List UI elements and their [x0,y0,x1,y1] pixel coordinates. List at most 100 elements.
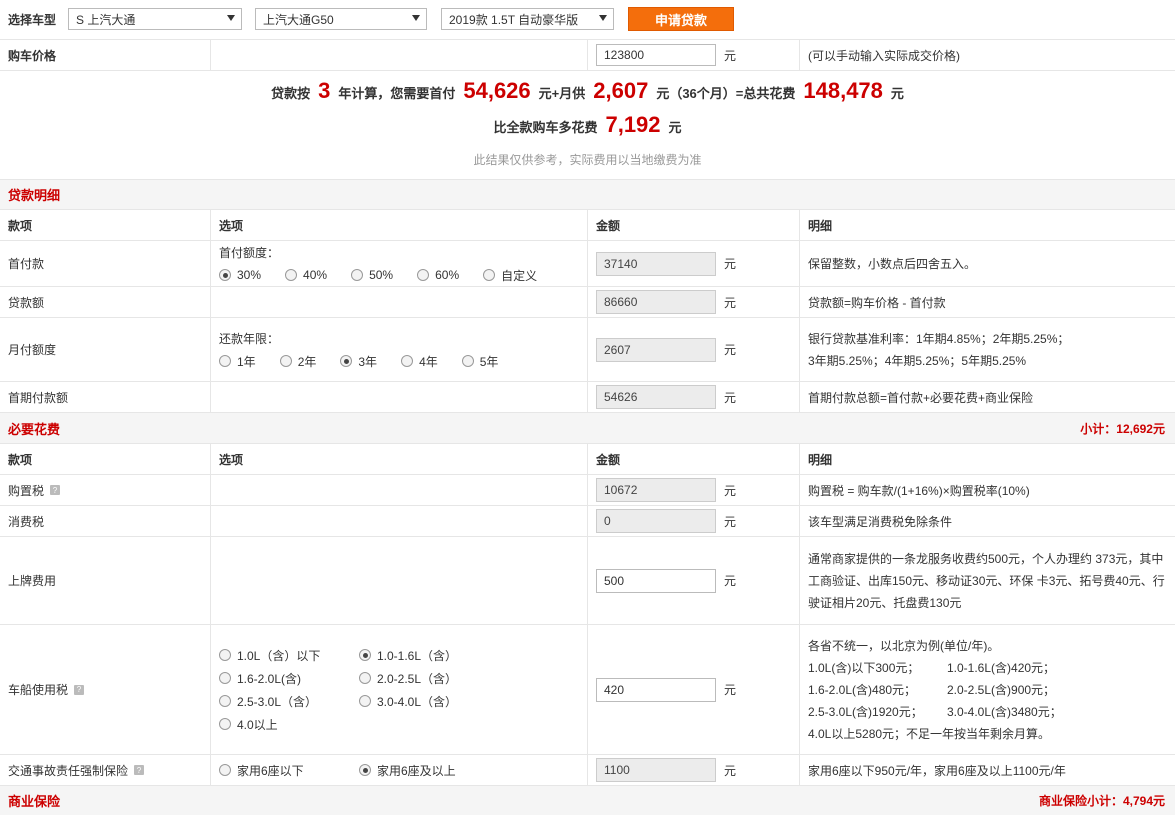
insurance-cell: 1100 元 [587,755,799,785]
plate-detail-line: 通常商家提供的一条龙服务收费约500元，个人办理约 373元，其中 [808,551,1164,566]
radio-circle-icon [351,269,364,281]
radio-circle-icon [359,649,371,661]
radio-label: 50% [369,268,394,282]
down-payment-option-radio[interactable]: 50% [351,267,393,284]
consumption-tax-cell: 0 元 [587,506,799,536]
commercial-section-header: 商业保险 商业保险小计：4,794元 [0,786,1175,815]
plate-fee-input[interactable]: 500 [596,568,716,593]
insurance-detail: 家用6座以下950元/年，家用6座及以上1100元/年 [799,755,1175,785]
radio-label: 自定义 [501,268,538,283]
radio-circle-icon [461,355,474,367]
consumption-tax-options [210,506,587,536]
unit-label: 元 [724,483,737,498]
radio-label: 5年 [479,354,499,369]
unit-label: 元 [724,574,737,588]
table-row: 消费税 0 元 该车型满足消费税免除条件 [0,506,1175,537]
radio-label: 家用6座以下 [237,763,304,778]
necessary-section-title: 必要花费 [8,421,61,437]
down-payment-option-radio[interactable]: 自定义 [483,267,537,284]
model-select[interactable]: 上汽大通G50 [255,8,427,30]
table-row: 交通事故责任强制保险 ? 家用6座以下 家用6座及以上 1100 元 家用6座以下… [0,755,1175,786]
dropdown-arrow-icon [599,15,607,21]
table-row: 车船使用税 ? 1.0L（含）以下 1.0-1.6L（含） 1.6-2.0L(含) 2… [0,625,1175,755]
down-payment-option-radio[interactable]: 60% [417,267,459,284]
purchase-tax-label: 购置税 [8,483,45,498]
consumption-tax-input[interactable]: 0 [596,509,716,533]
apply-loan-button[interactable]: 申请贷款 [628,7,734,31]
engine-size-option-radio[interactable]: 1.0-1.6L（含） [359,647,475,664]
loan-amount-input[interactable]: 86660 [596,290,716,314]
price-unit: 元 [724,48,737,63]
insurance-input[interactable]: 1100 [596,758,716,782]
engine-size-option-radio[interactable]: 3.0-4.0L（含） [359,693,475,710]
vehicle-detail-item: 1.0-1.6L(含)420元； [947,660,1056,675]
engine-size-option-radio[interactable]: 1.6-2.0L(含) [219,670,335,687]
engine-size-option-radio[interactable]: 4.0以上 [219,716,335,733]
price-hint: (可以手动输入实际成交价格) [799,40,1175,70]
summary-monthly: 2,607 [593,78,649,103]
radio-label: 4年 [419,354,438,369]
radio-label: 30% [237,268,262,282]
summary-extra-label: 比全款购车多花费 [493,120,598,135]
radio-label: 1.0-1.6L（含） [377,648,458,663]
table-row: 首付款 首付额度： 30% 40% 50% 60% 自定义 37140 元 保留整数，小… [0,241,1175,287]
unit-label: 元 [724,683,737,697]
insurance-options: 家用6座以下 家用6座及以上 [210,755,587,785]
down-payment-options: 首付额度： 30% 40% 50% 60% 自定义 [210,241,587,286]
radio-circle-icon [219,269,231,281]
unit-label: 元 [724,257,737,271]
loan-term-option-radio[interactable]: 3年 [340,353,377,370]
first-payment-options [210,382,587,412]
vehicle-tax-label-cell: 车船使用税 ? [0,625,210,754]
car-select-row: 选择车型 S 上汽大通 上汽大通G50 2019款 1.5T 自动豪华版 申请贷… [0,0,1175,40]
down-payment-option-radio[interactable]: 40% [285,267,327,284]
col-header-option: 选项 [210,444,587,474]
first-payment-input[interactable]: 54626 [596,385,716,409]
engine-size-option-radio[interactable]: 1.0L（含）以下 [219,647,335,664]
radio-circle-icon [279,355,292,367]
radio-label: 60% [435,268,460,282]
insurance-label: 交通事故责任强制保险 [8,763,129,778]
engine-size-option-radio[interactable]: 2.0-2.5L（含） [359,670,475,687]
version-select-value: 2019款 1.5T 自动豪华版 [449,12,579,27]
radio-circle-icon [401,355,414,367]
help-icon[interactable]: ? [74,684,85,695]
help-icon[interactable]: ? [134,765,145,775]
price-input[interactable]: 123800 [596,44,716,66]
vehicle-tax-input[interactable]: 420 [596,677,716,702]
plate-fee-cell: 500 元 [587,537,799,624]
brand-select[interactable]: S 上汽大通 [68,8,242,30]
consumption-tax-detail: 该车型满足消费税免除条件 [799,506,1175,536]
loan-term-option-radio[interactable]: 1年 [219,353,256,370]
seat-count-option-radio[interactable]: 家用6座及以上 [359,762,475,779]
loan-amount-label: 贷款额 [8,295,45,310]
monthly-input[interactable]: 2607 [596,337,716,362]
radio-label: 4.0以上 [237,717,278,732]
summary-total: 148,478 [803,78,883,103]
col-header-detail: 明细 [799,444,1175,474]
loan-section-header: 贷款明细 [0,180,1175,210]
version-select[interactable]: 2019款 1.5T 自动豪华版 [441,8,614,30]
summary-line2: 比全款购车多花费 7,192 元 [0,112,1175,138]
summary-line1: 贷款按 3 年计算，您需要首付 54,626 元+月供 2,607 元（36个月… [0,78,1175,104]
price-options-cell [210,40,587,70]
table-row: 上牌费用 500 元 通常商家提供的一条龙服务收费约500元，个人办理约 373… [0,537,1175,625]
vehicle-detail-line: 4.0L以上5280元；不足一年按当年剩余月算。 [808,726,1051,741]
price-amount-cell: 123800 元 [587,40,799,70]
loan-term-option-radio[interactable]: 2年 [279,353,316,370]
dropdown-arrow-icon [227,15,235,21]
radio-label: 3年 [358,354,378,369]
engine-size-option-radio[interactable]: 2.5-3.0L（含） [219,693,335,710]
down-payment-input[interactable]: 37140 [596,251,716,276]
vehicle-tax-label: 车船使用税 [8,683,69,697]
help-icon[interactable]: ? [50,485,61,495]
seat-count-option-radio[interactable]: 家用6座以下 [219,762,335,779]
necessary-subtotal: 小计：12,692元 [1080,421,1165,436]
monthly-detail: 银行贷款基准利率：1年期4.85%；2年期5.25%； 3年期5.25%；4年期… [799,318,1175,381]
col-header-detail: 明细 [799,210,1175,240]
loan-term-option-radio[interactable]: 5年 [461,353,499,370]
purchase-tax-input[interactable]: 10672 [596,478,716,502]
down-payment-option-radio[interactable]: 30% [219,267,261,284]
loan-term-option-radio[interactable]: 4年 [401,353,438,370]
radio-circle-icon [219,355,231,367]
